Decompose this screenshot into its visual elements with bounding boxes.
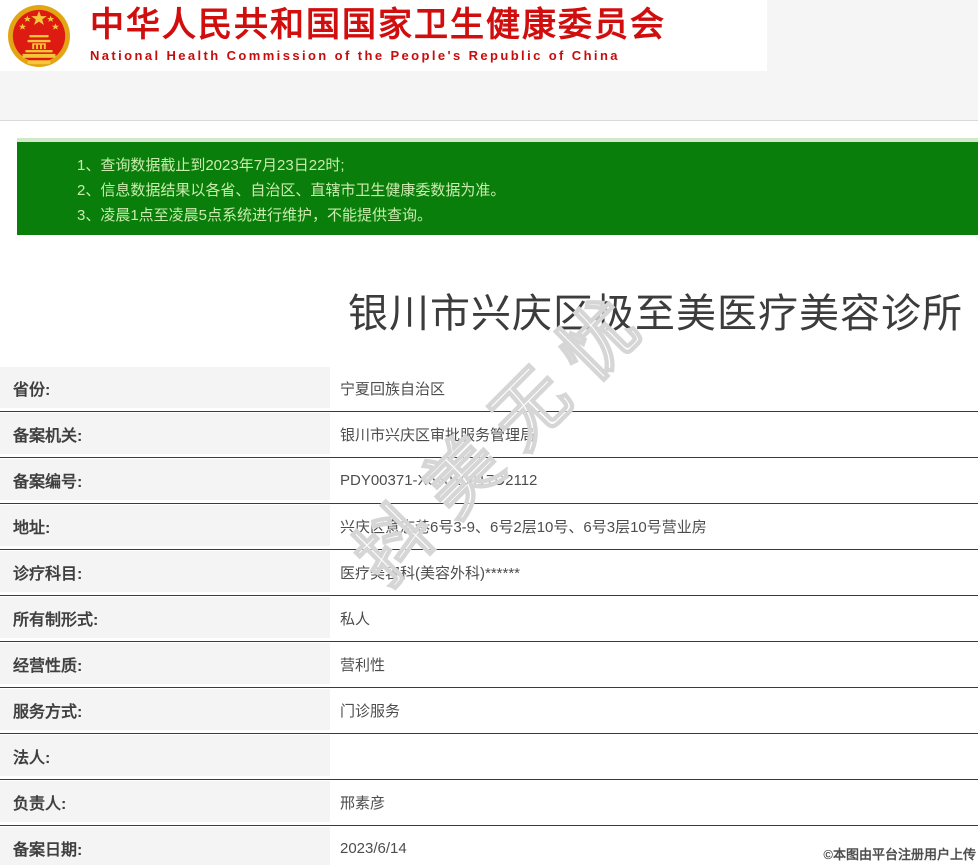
org-title-en: National Health Commission of the People…: [90, 47, 620, 63]
row-value: 银川市兴庆区审批服务管理局: [340, 427, 536, 444]
notice-line: 2、信息数据结果以各省、自治区、直辖市卫生健康委数据为准。: [77, 182, 506, 199]
table-row: 备案编号: PDY00371-X64010417D2112: [0, 458, 978, 504]
table-row: 服务方式: 门诊服务: [0, 688, 978, 734]
row-label: 省份:: [0, 367, 330, 408]
row-value: 兴庆区意志巷6号3-9、6号2层10号、6号3层10号营业房: [340, 519, 707, 536]
row-label: 所有制形式:: [0, 597, 330, 638]
row-label: 经营性质:: [0, 643, 330, 684]
table-row: 经营性质: 营利性: [0, 642, 978, 688]
row-label: 备案日期:: [0, 827, 330, 865]
notice-box: 1、查询数据截止到2023年7月23日22时; 2、信息数据结果以各省、自治区、…: [17, 138, 978, 235]
row-label: 法人:: [0, 735, 330, 776]
table-row: 地址: 兴庆区意志巷6号3-9、6号2层10号、6号3层10号营业房: [0, 504, 978, 550]
national-emblem-icon: [8, 4, 70, 67]
row-value: 私人: [340, 611, 371, 628]
table-row: 法人:: [0, 734, 978, 780]
table-row: 备案机关: 银川市兴庆区审批服务管理局: [0, 412, 978, 458]
row-value: 营利性: [340, 657, 386, 674]
header-banner: 中华人民共和国国家卫生健康委员会 National Health Commiss…: [0, 0, 767, 71]
row-value: [330, 734, 978, 779]
details-table: 省份: 宁夏回族自治区 备案机关: 银川市兴庆区审批服务管理局 备案编号: PD…: [0, 366, 978, 865]
header-text: 中华人民共和国国家卫生健康委员会 National Health Commiss…: [90, 6, 666, 63]
row-label: 负责人:: [0, 781, 330, 822]
row-label: 备案机关:: [0, 413, 330, 454]
row-value: 门诊服务: [340, 703, 401, 720]
row-label: 服务方式:: [0, 689, 330, 730]
notice-line: 3、凌晨1点至凌晨5点系统进行维护，不能提供查询。: [77, 207, 433, 224]
institution-title: 银川市兴庆区极至美医疗美容诊所: [348, 292, 963, 336]
row-value: 医疗美容科(美容外科)******: [340, 565, 521, 582]
org-title-cn: 中华人民共和国国家卫生健康委员会: [90, 6, 666, 45]
table-row: 所有制形式: 私人: [0, 596, 978, 642]
row-label: 诊疗科目:: [0, 551, 330, 592]
row-label: 备案编号:: [0, 459, 330, 500]
row-label: 地址:: [0, 505, 330, 546]
table-row: 负责人: 邢素彦: [0, 780, 978, 826]
table-row: 省份: 宁夏回族自治区: [0, 366, 978, 412]
page: 中华人民共和国国家卫生健康委员会 National Health Commiss…: [0, 0, 978, 865]
table-row: 诊疗科目: 医疗美容科(美容外科)******: [0, 550, 978, 596]
row-value: 宁夏回族自治区: [340, 381, 446, 398]
notice-line: 1、查询数据截止到2023年7月23日22时;: [77, 157, 345, 174]
copyright-stamp: ©本图由平台注册用户上传: [823, 847, 976, 862]
row-value: 邢素彦: [340, 795, 386, 812]
row-value: PDY00371-X64010417D2112: [340, 472, 538, 489]
